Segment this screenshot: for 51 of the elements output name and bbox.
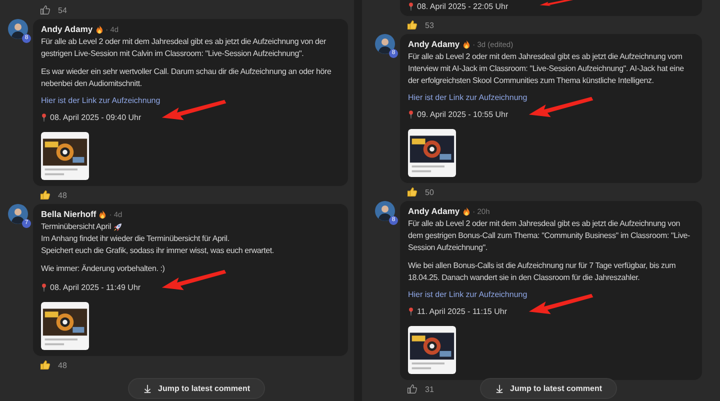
comment-text: Wie immer: Änderung vorbehalten. :)	[41, 263, 165, 275]
comment-date: 08. April 2025 - 22:05 Uhr	[417, 2, 508, 11]
recording-link[interactable]: Hier ist der Link zur Aufzeichnung	[408, 290, 694, 299]
comment-text: Im Anhang findet ihr wieder die Terminübersicht für April.	[41, 233, 230, 245]
recording-link[interactable]: Hier ist der Link zur Aufzeichnung	[41, 96, 340, 105]
rocket-icon	[113, 222, 122, 232]
comment-date: 11. April 2025 - 11:15 Uhr	[417, 307, 507, 316]
like-count: 48	[58, 190, 67, 200]
author-name[interactable]: Andy Adamy	[41, 24, 93, 34]
pushpin-icon	[41, 113, 47, 122]
comment-text: Speichert euch die Grafik, sodass ihr immer wisst, was euch erwartet.	[41, 245, 274, 257]
thumbs-up-icon[interactable]	[407, 384, 417, 394]
comment-date: 08. April 2025 - 09:40 Uhr	[50, 113, 142, 122]
down-arrow-icon	[143, 384, 152, 393]
thumbs-up-icon[interactable]	[40, 190, 50, 200]
avatar-icon[interactable]	[375, 34, 395, 54]
comment-text: Terminübersicht April	[41, 221, 112, 233]
pushpin-icon	[408, 307, 414, 316]
author-name[interactable]: Andy Adamy	[408, 206, 460, 216]
comment-text: Für alle ab Level 2 oder mit dem Jahresdeal gibt es ab jetzt die Aufzeichnung von der gestrigen Live-Session mit Calvin im Classroom: "Live-Session Aufzeichnung".	[41, 36, 327, 60]
author-name[interactable]: Andy Adamy	[408, 39, 460, 49]
comment-date: 09. April 2025 - 10:55 Uhr	[417, 110, 508, 119]
avatar-icon[interactable]	[8, 204, 28, 224]
author-name[interactable]: Bella Nierhoff	[41, 209, 96, 219]
comment-text: Für alle ab Level 2 oder mit dem Jahresdeal gibt es ab jetzt die Aufzeichnung von dem gestrigen Bonus-Call zum Thema: "Community Business" im Classroom: "Live-Session Aufzeichnung".	[408, 218, 691, 254]
like-count: 31	[425, 384, 434, 394]
thumbs-up-icon[interactable]	[407, 187, 417, 197]
avatar-icon[interactable]	[8, 19, 28, 39]
like-count: 53	[425, 20, 434, 30]
flame-icon	[462, 40, 470, 48]
flame-icon	[96, 24, 103, 34]
comment-text: Für alle ab Level 2 oder mit dem Jahresdeal gibt es ab jetzt die Aufzeichnung vom Interview mit AI-Jack im Classroom: "Live-Session Aufzeichnung". AI-Jack hat eine der erfolgreichsten Skool Communities zum Thema künstliche Intelligenz.	[408, 51, 685, 87]
thumbs-up-icon[interactable]	[40, 360, 50, 370]
comment-text: Es war wieder ein sehr wertvoller Call. Darum schau dir die Aufzeichnung an oder höre nebenbei den Audiomitschnitt.	[41, 66, 332, 90]
avatar-icon[interactable]	[375, 201, 395, 221]
like-count: 54	[58, 6, 67, 14]
pushpin-icon	[41, 283, 47, 292]
jump-to-latest-button[interactable]: Jump to latest comment	[128, 378, 266, 399]
flame-icon	[99, 210, 106, 218]
thumbs-up-icon[interactable]	[407, 20, 417, 30]
down-arrow-icon	[495, 384, 504, 393]
flame-icon	[462, 206, 470, 216]
pushpin-icon	[408, 110, 414, 119]
like-count: 48	[58, 360, 67, 370]
jump-to-latest-button[interactable]: Jump to latest comment	[480, 378, 618, 399]
comment-date: 08. April 2025 - 11:49 Uhr	[50, 283, 141, 292]
pushpin-icon	[408, 2, 414, 11]
thumbs-up-icon[interactable]	[40, 5, 50, 15]
recording-link[interactable]: Hier ist der Link zur Aufzeichnung	[408, 93, 694, 102]
like-count: 50	[425, 188, 434, 196]
comment-text: Wie bei allen Bonus-Calls ist die Aufzeichnung nur für 7 Tage verfügbar, bis zum 18.04.25. Danach wandert sie in den Classroom für die Jahreszahler.	[408, 260, 677, 284]
